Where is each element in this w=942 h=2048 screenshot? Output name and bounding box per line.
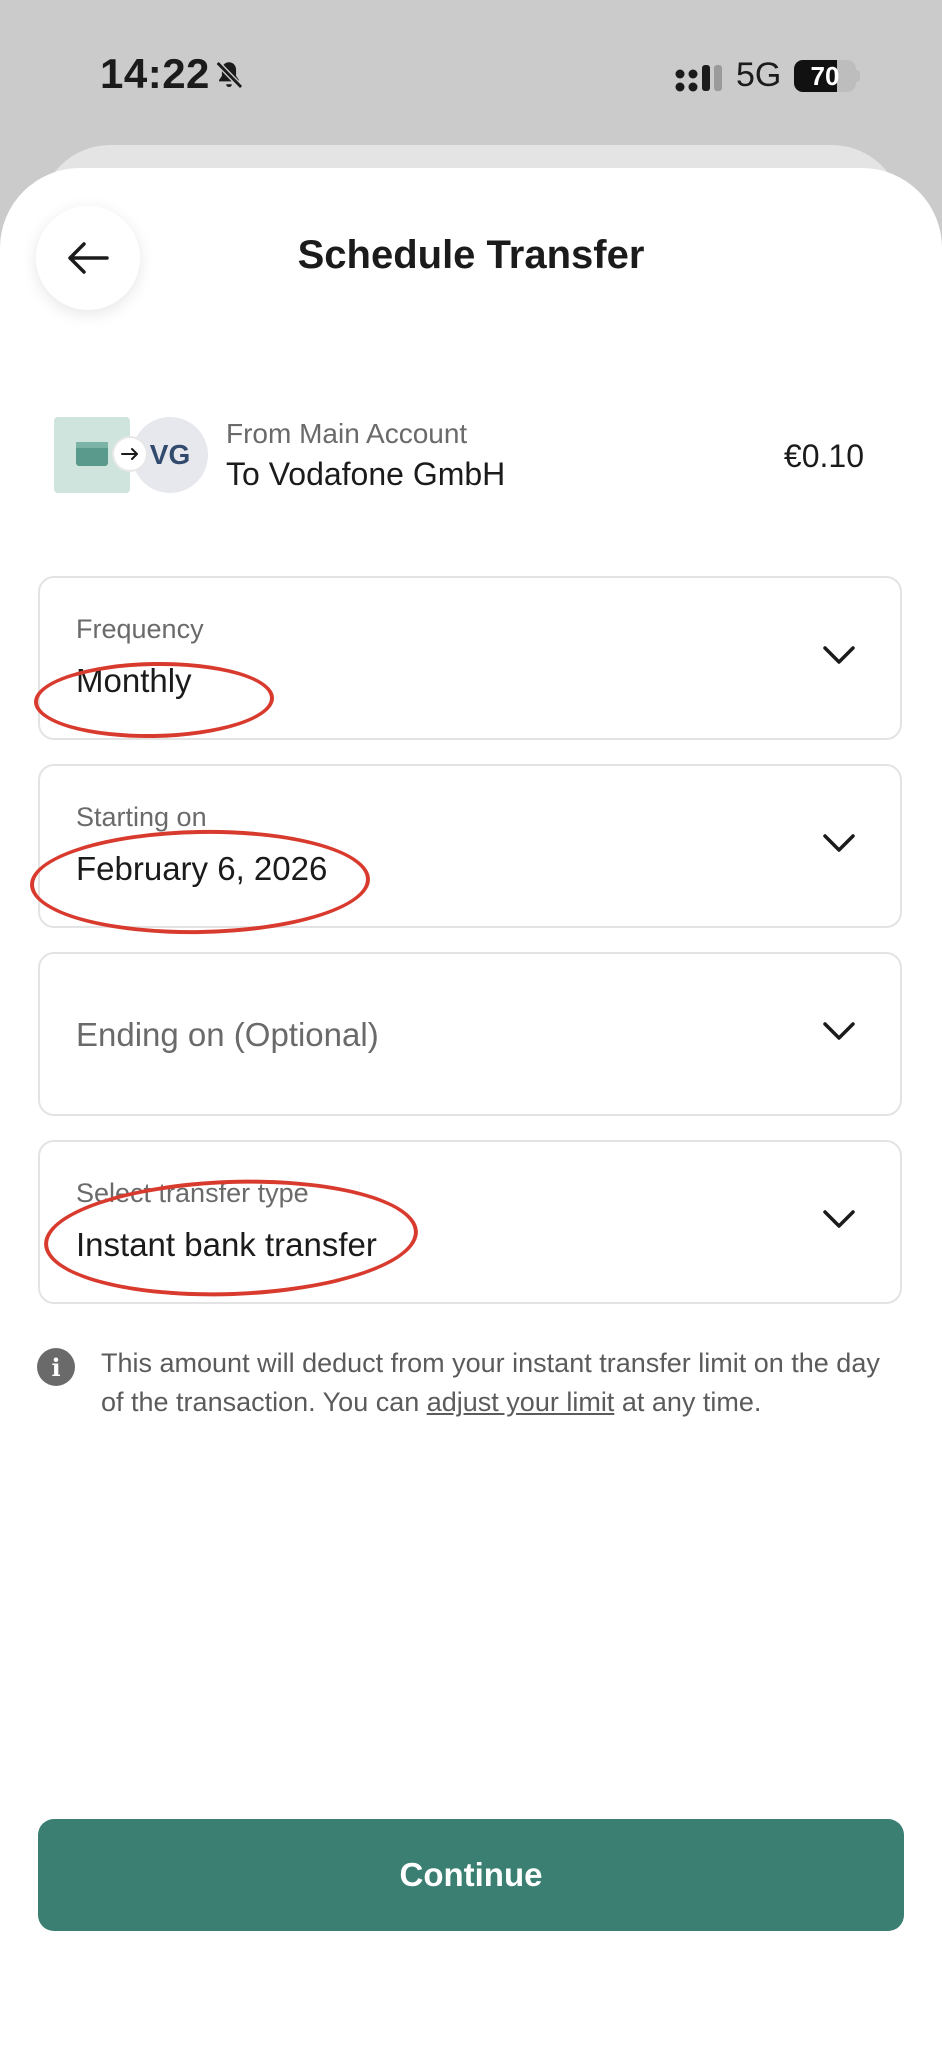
battery-icon: 70 <box>794 60 856 92</box>
transfer-type-select[interactable]: Select transfer type Instant bank transf… <box>38 1140 902 1304</box>
end-date-select[interactable]: Ending on (Optional) <box>38 952 902 1116</box>
status-time: 14:22 <box>100 50 210 97</box>
transfer-type-label: Select transfer type <box>76 1178 309 1208</box>
transfer-type-value: Instant bank transfer <box>76 1226 377 1263</box>
adjust-limit-link[interactable]: adjust your limit <box>427 1387 615 1417</box>
chevron-down-icon <box>823 1022 855 1040</box>
battery-level: 70 <box>810 60 840 91</box>
info-message: This amount will deduct from your instan… <box>101 1344 901 1422</box>
frequency-select[interactable]: Frequency Monthly <box>38 576 902 740</box>
arrow-right-icon <box>121 448 138 460</box>
frequency-label: Frequency <box>76 614 204 644</box>
network-type: 5G <box>736 56 782 94</box>
signal-icon <box>675 65 722 92</box>
page-title: Schedule Transfer <box>297 233 645 277</box>
info-text-after: at any time. <box>614 1387 762 1417</box>
chevron-down-icon <box>823 834 855 852</box>
frequency-value: Monthly <box>76 662 192 699</box>
continue-button[interactable]: Continue <box>38 1819 904 1931</box>
bell-muted-icon <box>215 60 244 90</box>
recipient-label: To Vodafone GmbH <box>226 456 506 492</box>
start-date-label: Starting on <box>76 802 207 832</box>
start-date-value: February 6, 2026 <box>76 850 328 887</box>
end-date-placeholder: Ending on (Optional) <box>76 1016 379 1053</box>
info-icon: i <box>37 1348 75 1386</box>
chevron-down-icon <box>823 646 855 664</box>
start-date-select[interactable]: Starting on February 6, 2026 <box>38 764 902 928</box>
from-account-label: From Main Account <box>226 418 468 449</box>
chevron-down-icon <box>823 1210 855 1228</box>
transfer-amount: €0.10 <box>783 438 864 474</box>
battery-nub <box>856 70 860 82</box>
transfer-arrow-icon <box>114 438 146 470</box>
